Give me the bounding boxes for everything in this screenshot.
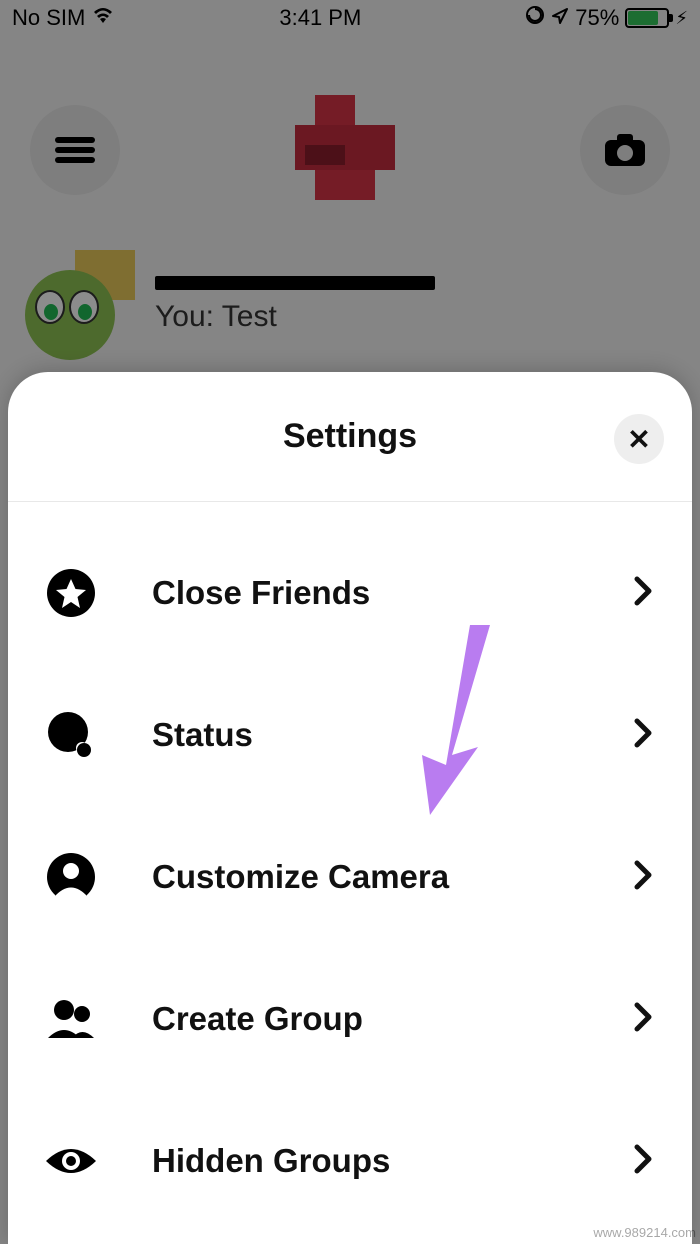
eye-icon: [44, 1134, 98, 1188]
close-icon: ✕: [627, 423, 650, 456]
settings-item-close-friends[interactable]: Close Friends: [8, 522, 692, 664]
item-label: Customize Camera: [98, 858, 634, 896]
item-label: Status: [98, 716, 634, 754]
item-label: Hidden Groups: [98, 1142, 634, 1180]
sheet-title: Settings: [283, 417, 417, 456]
settings-item-status[interactable]: Status: [8, 664, 692, 806]
chevron-right-icon: [634, 718, 652, 753]
settings-sheet: Settings ✕ Close Friends Status: [8, 372, 692, 1244]
settings-item-hidden-groups[interactable]: Hidden Groups: [8, 1090, 692, 1232]
group-icon: [44, 992, 98, 1046]
settings-item-customize-camera[interactable]: Customize Camera: [8, 806, 692, 948]
chevron-right-icon: [634, 1002, 652, 1037]
chevron-right-icon: [634, 576, 652, 611]
close-button[interactable]: ✕: [614, 414, 664, 464]
settings-list: Close Friends Status Customize Camera: [8, 502, 692, 1244]
item-label: Close Friends: [98, 574, 634, 612]
sheet-header: Settings ✕: [8, 372, 692, 502]
person-icon: [44, 850, 98, 904]
star-icon: [44, 566, 98, 620]
settings-item-create-group[interactable]: Create Group: [8, 948, 692, 1090]
status-icon: [44, 708, 98, 762]
chevron-right-icon: [634, 860, 652, 895]
chevron-right-icon: [634, 1144, 652, 1179]
watermark: www.989214.com: [593, 1225, 696, 1240]
item-label: Create Group: [98, 1000, 634, 1038]
